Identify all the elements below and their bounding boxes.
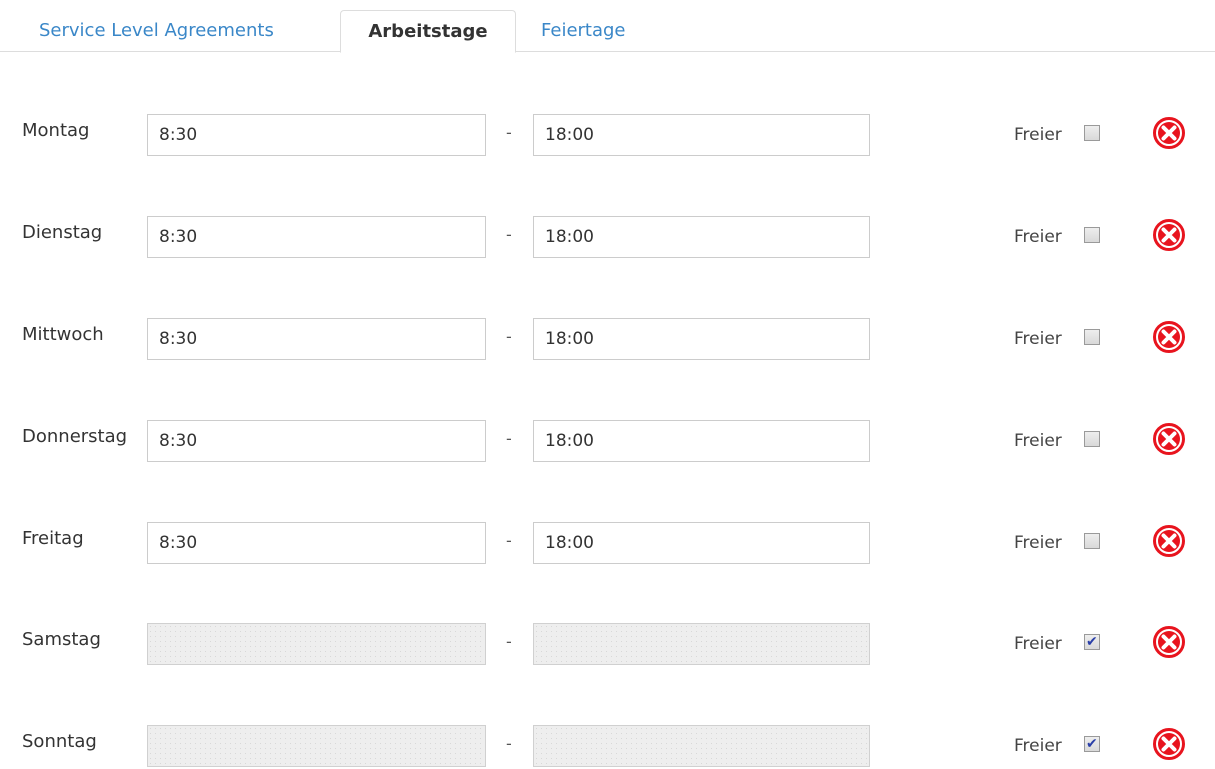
delete-circle-x-icon[interactable] [1152,422,1186,456]
time-range-separator: - [506,734,512,753]
day-label: Freitag [22,528,84,549]
free-day-label: Freier [1014,329,1062,349]
end-time-input[interactable] [533,420,870,462]
day-label: Sonntag [22,731,97,752]
time-range-separator: - [506,429,512,448]
time-range-separator: - [506,327,512,346]
start-time-input[interactable] [147,318,486,360]
time-range-separator: - [506,225,512,244]
end-time-input[interactable] [533,114,870,156]
free-day-checkbox[interactable] [1084,329,1100,345]
free-day-label: Freier [1014,736,1062,756]
day-row-sonntag: Sonntag - Freier ✔ [0,725,1215,769]
day-row-samstag: Samstag - Freier ✔ [0,623,1215,667]
free-day-checkbox[interactable] [1084,533,1100,549]
end-time-input[interactable] [533,216,870,258]
delete-circle-x-icon[interactable] [1152,218,1186,252]
tab-service-level-agreements[interactable]: Service Level Agreements [39,10,274,52]
delete-circle-x-icon[interactable] [1152,320,1186,354]
free-day-label: Freier [1014,431,1062,451]
day-label: Montag [22,120,90,141]
day-label: Samstag [22,629,101,650]
free-day-label: Freier [1014,125,1062,145]
day-label: Mittwoch [22,324,104,345]
free-day-label: Freier [1014,533,1062,553]
tab-bar: Service Level Agreements Arbeitstage Fei… [0,0,1215,53]
checkmark-icon: ✔ [1086,634,1098,650]
time-range-separator: - [506,531,512,550]
start-time-input[interactable] [147,623,486,665]
end-time-input[interactable] [533,522,870,564]
delete-circle-x-icon[interactable] [1152,727,1186,761]
day-row-donnerstag: Donnerstag - Freier [0,420,1215,464]
free-day-checkbox[interactable] [1084,227,1100,243]
free-day-checkbox[interactable] [1084,431,1100,447]
day-row-freitag: Freitag - Freier [0,522,1215,566]
tab-arbeitstage[interactable]: Arbeitstage [340,10,516,53]
day-row-montag: Montag - Freier [0,114,1215,158]
day-row-dienstag: Dienstag - Freier [0,216,1215,260]
start-time-input[interactable] [147,725,486,767]
free-day-label: Freier [1014,227,1062,247]
delete-circle-x-icon[interactable] [1152,625,1186,659]
time-range-separator: - [506,632,512,651]
delete-circle-x-icon[interactable] [1152,116,1186,150]
day-label: Donnerstag [22,426,128,447]
start-time-input[interactable] [147,216,486,258]
end-time-input[interactable] [533,623,870,665]
start-time-input[interactable] [147,420,486,462]
start-time-input[interactable] [147,114,486,156]
free-day-checkbox[interactable]: ✔ [1084,634,1100,650]
delete-circle-x-icon[interactable] [1152,524,1186,558]
free-day-label: Freier [1014,634,1062,654]
free-day-checkbox[interactable] [1084,125,1100,141]
end-time-input[interactable] [533,725,870,767]
day-row-mittwoch: Mittwoch - Freier [0,318,1215,362]
day-label: Dienstag [22,222,103,243]
time-range-separator: - [506,123,512,142]
tab-feiertage[interactable]: Feiertage [541,10,626,52]
free-day-checkbox[interactable]: ✔ [1084,736,1100,752]
checkmark-icon: ✔ [1086,736,1098,752]
start-time-input[interactable] [147,522,486,564]
end-time-input[interactable] [533,318,870,360]
